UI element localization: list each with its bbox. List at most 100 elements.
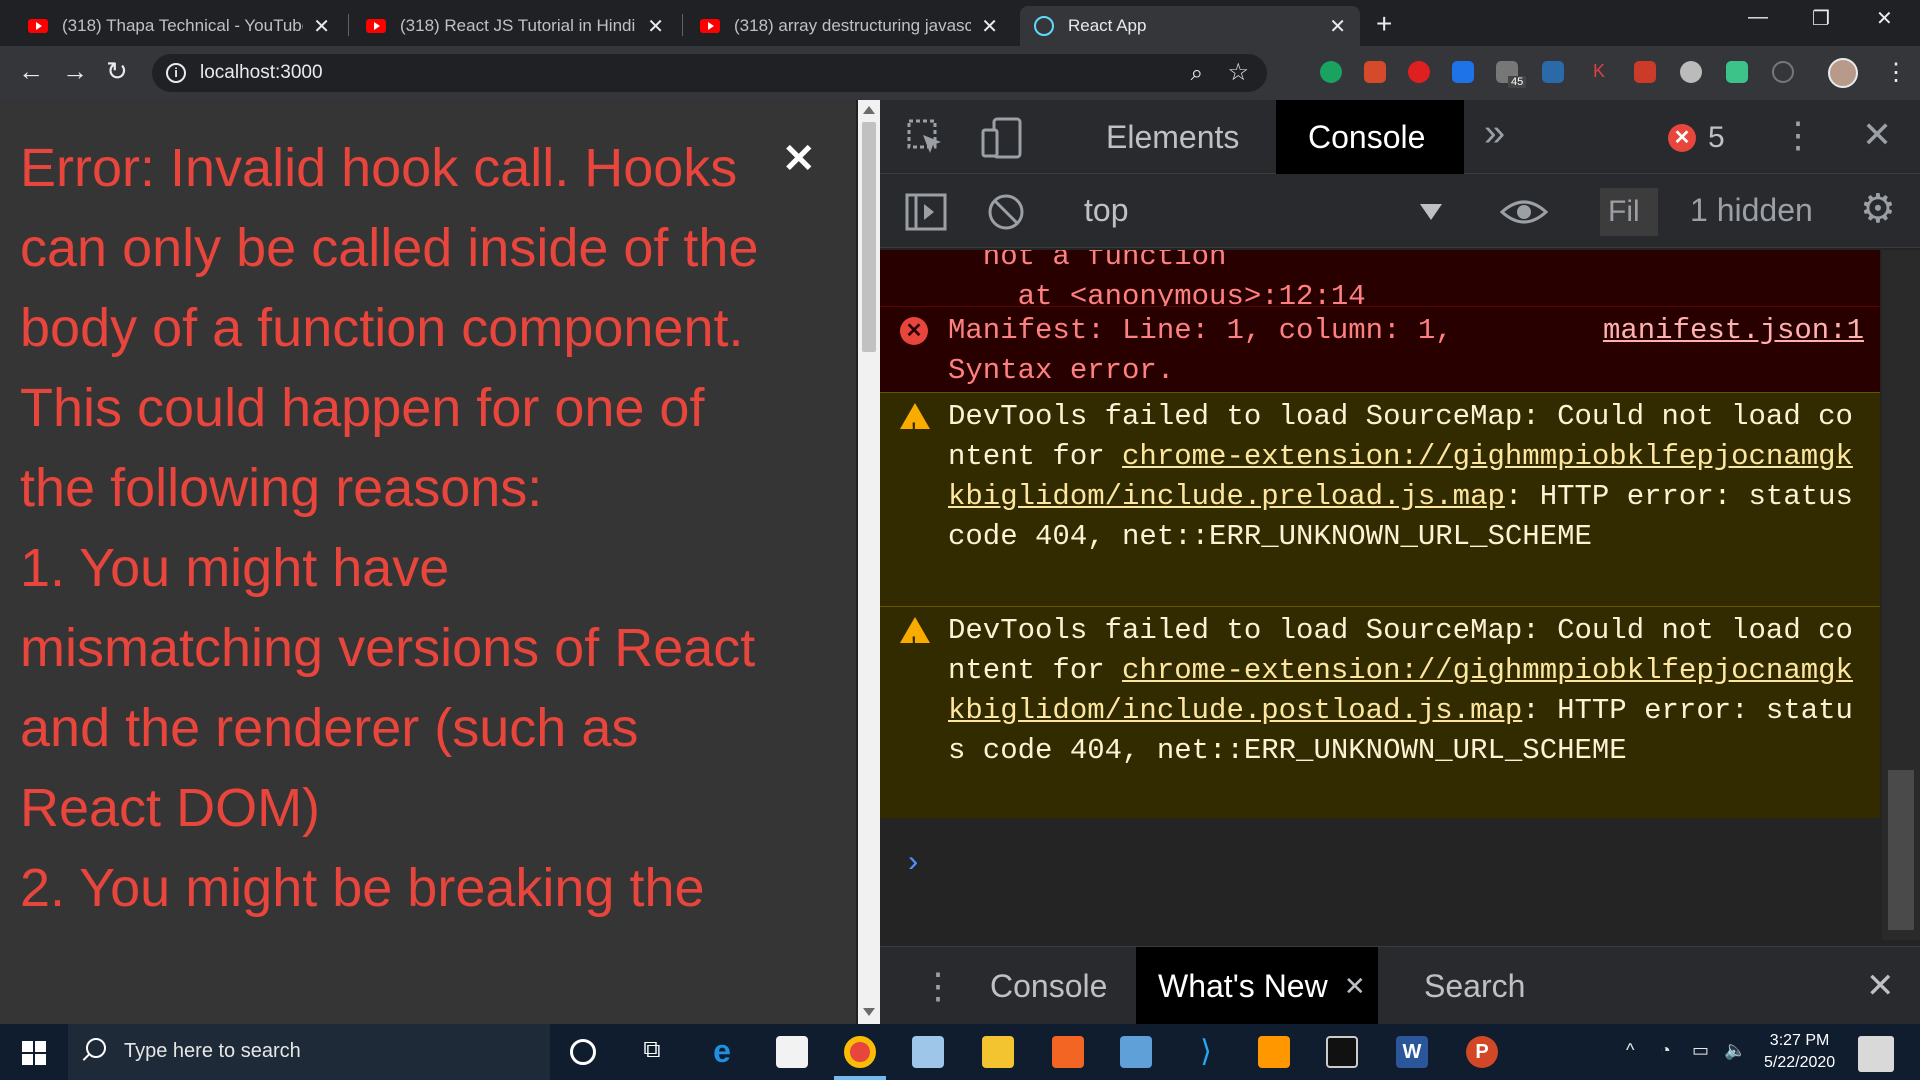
drawer-tab-whats-new[interactable]: What's New ✕ [1136,947,1378,1025]
browser-tab-strip: (318) Thapa Technical - YouTube ✕ (318) … [0,0,1920,46]
tray-chevron-icon[interactable]: ^ [1626,1040,1634,1061]
console-warning-message: ! DevTools failed to load SourceMap: Cou… [880,606,1880,818]
error-icon: ✕ [1668,124,1696,152]
drawer-tab-search[interactable]: Search [1402,947,1547,1025]
close-overlay-icon[interactable]: ✕ [782,136,816,182]
tab-console[interactable]: Console [1276,100,1464,174]
drawer-tab-console[interactable]: Console [968,947,1129,1025]
context-dropdown-arrow[interactable] [1420,204,1442,220]
back-arrow-icon[interactable]: ← [18,56,44,87]
close-window-icon[interactable]: ✕ [1876,6,1893,31]
context-selector[interactable]: top [1084,192,1128,229]
minimize-icon[interactable]: — [1748,6,1768,29]
address-bar[interactable]: i localhost:3000 ⌕ ☆ [152,54,1267,92]
close-devtools-icon[interactable]: ✕ [1862,114,1892,156]
extension-icon[interactable] [1680,61,1702,83]
more-tabs-chevron-icon[interactable]: » [1484,112,1505,155]
close-drawer-tab-icon[interactable]: ✕ [1344,947,1366,1025]
edge-icon[interactable]: e [706,1035,738,1068]
drawer-menu-icon[interactable]: ⋮ [898,947,978,1025]
word-icon[interactable]: W [1396,1036,1428,1068]
battery-icon[interactable]: ▭ [1692,1040,1709,1061]
extension-icon[interactable] [1364,61,1386,83]
new-tab-button[interactable]: + [1376,8,1392,40]
scrollbar-thumb[interactable] [862,122,876,352]
close-tab-icon[interactable]: ✕ [647,14,664,39]
restore-icon[interactable]: ❐ [1812,6,1830,31]
forward-arrow-icon[interactable]: → [62,56,88,87]
terminal-icon[interactable] [1326,1036,1358,1068]
console-settings-gear-icon[interactable]: ⚙ [1860,186,1896,232]
site-info-icon[interactable]: i [166,63,186,83]
chrome-icon[interactable] [844,1036,876,1068]
close-tab-icon[interactable]: ✕ [981,14,998,39]
zoom-icon[interactable]: ⌕ [1191,60,1203,86]
browser-tab-active[interactable]: React App ✕ [1020,6,1360,46]
extension-icon[interactable] [1634,61,1656,83]
scrollbar-thumb[interactable] [1888,770,1914,930]
live-expression-eye-icon[interactable] [1500,196,1548,228]
extension-icon[interactable]: K [1588,61,1610,83]
devtools-menu-icon[interactable]: ⋮ [1780,114,1816,156]
source-link[interactable]: manifest.json:1 [1603,311,1864,351]
console-scrollbar[interactable] [1882,250,1920,940]
clock-time: 3:27 PM [1769,1032,1830,1049]
console-toolbar: top Fil 1 hidden ⚙ [880,174,1920,248]
task-view-icon[interactable]: ⧉ [636,1036,668,1068]
cortana-icon[interactable] [570,1039,596,1065]
url-text[interactable]: localhost:3000 [200,62,323,84]
extension-icon[interactable] [1772,61,1794,83]
browser-tab[interactable]: (318) React JS Tutorial in Hindi 2( ✕ [352,6,678,46]
search-icon [86,1038,106,1058]
close-tab-icon[interactable]: ✕ [1329,14,1346,39]
show-sidebar-icon[interactable] [904,192,948,232]
tab-separator [682,14,683,36]
browser-tab[interactable]: (318) array destructuring javascri ✕ [686,6,1012,46]
extension-icon[interactable] [1726,61,1748,83]
vscode-icon[interactable]: ⟩ [1190,1036,1222,1068]
tab-title: React App [1068,16,1147,35]
bookmark-star-icon[interactable]: ☆ [1227,58,1249,87]
grammarly-extension-icon[interactable] [1320,61,1342,83]
extension-icon[interactable] [1408,61,1430,83]
close-drawer-icon[interactable]: ✕ [1844,947,1917,1025]
browser-menu-icon[interactable]: ⋮ [1884,58,1908,87]
extension-icon[interactable] [1452,61,1474,83]
device-toolbar-icon[interactable] [980,116,1024,160]
browser-tab[interactable]: (318) Thapa Technical - YouTube ✕ [14,6,344,46]
file-explorer-icon[interactable] [982,1036,1014,1068]
console-warning-message: ! DevTools failed to load SourceMap: Cou… [880,392,1880,606]
react-error-overlay: Error: Invalid hook call. Hooks can only… [0,100,856,1024]
network-icon[interactable]: ◔ [1660,1040,1671,1061]
extension-icon[interactable] [1542,61,1564,83]
inspect-element-icon[interactable] [906,118,946,158]
taskbar-search-box[interactable]: Type here to search [68,1024,550,1080]
error-icon: ✕ [900,317,928,345]
app-icon[interactable] [912,1036,944,1068]
console-prompt-chevron-icon[interactable]: › [904,844,922,884]
powerpoint-icon[interactable]: P [1466,1036,1498,1068]
volume-icon[interactable]: 🔈 [1724,1040,1746,1061]
store-icon[interactable] [776,1036,808,1068]
close-tab-icon[interactable]: ✕ [313,14,330,39]
app-icon[interactable] [1120,1036,1152,1068]
scroll-up-arrow[interactable] [863,106,875,114]
profile-avatar[interactable] [1828,58,1858,88]
app-icon[interactable] [1052,1036,1084,1068]
sublime-icon[interactable] [1258,1036,1290,1068]
console-filter-input[interactable]: Fil [1600,188,1658,236]
tab-elements[interactable]: Elements [1074,100,1271,174]
page-scrollbar[interactable] [858,100,880,1024]
warning-icon: ! [900,617,930,652]
scroll-down-arrow[interactable] [863,1008,875,1016]
notification-center-icon[interactable] [1858,1036,1894,1072]
taskbar-search-placeholder[interactable]: Type here to search [124,1040,301,1063]
clear-console-icon[interactable] [986,192,1026,232]
console-error-message: not a function at <anonymous>:12:14 [880,250,1880,313]
error-count-badge[interactable]: ✕ 5 [1668,121,1725,155]
youtube-icon [366,19,386,33]
windows-start-icon[interactable] [22,1041,46,1065]
reload-icon[interactable]: ↻ [106,56,128,87]
tab-separator [348,14,349,36]
taskbar-clock[interactable]: 3:27 PM 5/22/2020 [1764,1030,1835,1074]
